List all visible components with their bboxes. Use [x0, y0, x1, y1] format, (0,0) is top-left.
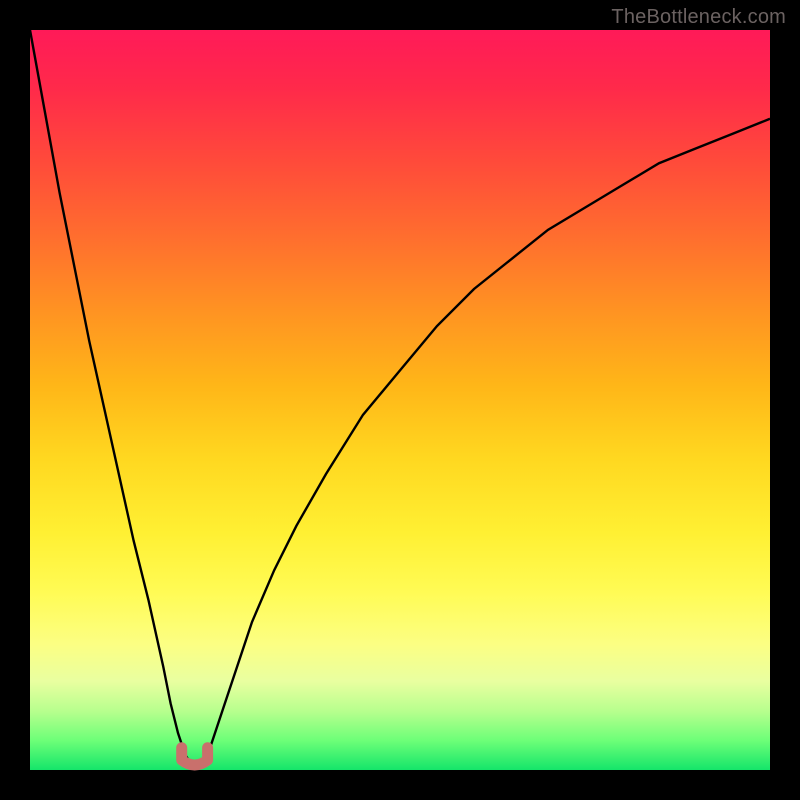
watermark-text: TheBottleneck.com — [611, 6, 786, 29]
bottleneck-curve — [30, 30, 770, 766]
plot-area — [30, 30, 770, 770]
curve-svg — [30, 30, 770, 770]
chart-frame: TheBottleneck.com — [0, 0, 800, 800]
trough-marker — [182, 748, 208, 765]
